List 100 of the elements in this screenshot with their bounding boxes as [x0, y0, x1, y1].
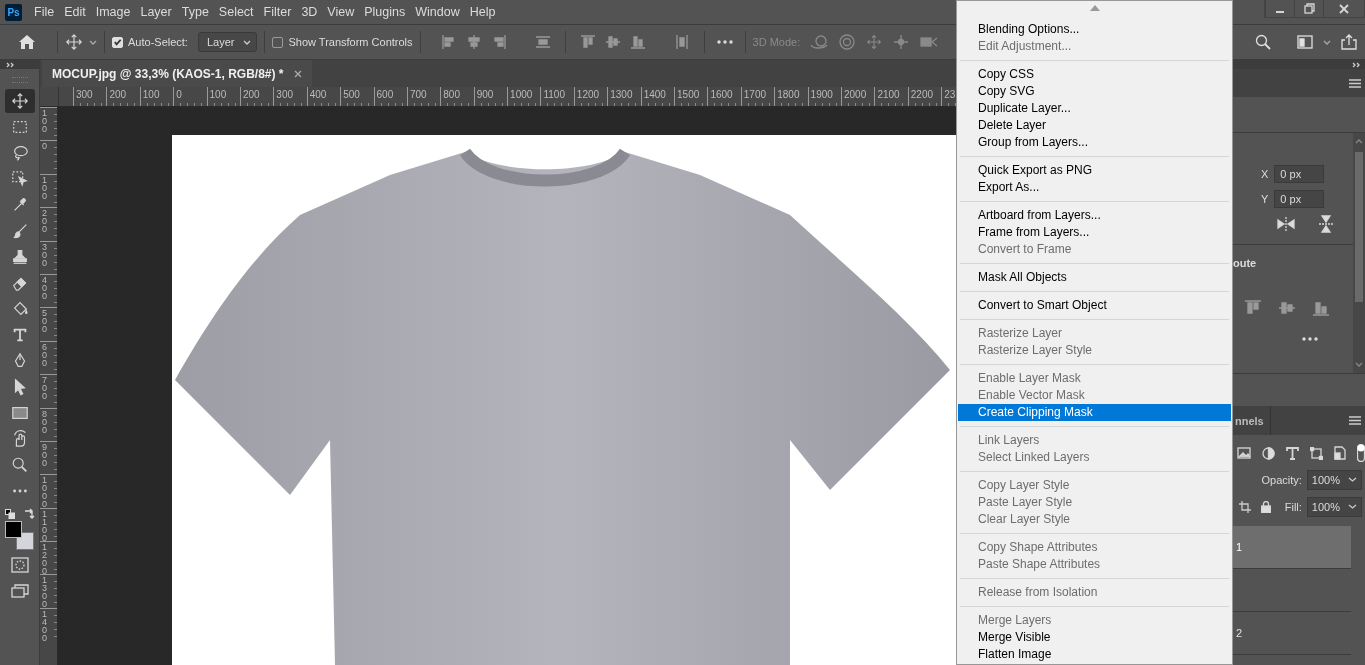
- align-bottom-icon[interactable]: [1313, 299, 1329, 316]
- menu-item[interactable]: Create Clipping Mask: [958, 404, 1231, 421]
- close-icon[interactable]: [293, 69, 302, 78]
- move-icon[interactable]: [10, 92, 29, 110]
- ruler-label: 100: [42, 175, 47, 200]
- collapse-icon[interactable]: [1352, 61, 1361, 68]
- marquee-icon[interactable]: [10, 118, 29, 136]
- move-tool[interactable]: [4, 89, 35, 113]
- align-top-icon[interactable]: [580, 35, 595, 49]
- smart-object-filter-icon[interactable]: [1334, 446, 1346, 460]
- menu-item[interactable]: Plugins: [359, 5, 411, 19]
- share-icon[interactable]: [1341, 34, 1357, 50]
- align-left-icon[interactable]: [441, 35, 456, 49]
- menu-item[interactable]: Image: [90, 5, 136, 19]
- menu-item[interactable]: Type: [176, 5, 214, 19]
- panel-menu-icon[interactable]: [1349, 416, 1361, 425]
- ruler-label: 800: [42, 409, 47, 434]
- menu-item[interactable]: Frame from Layers...: [958, 224, 1231, 241]
- caret-icon[interactable]: [89, 39, 97, 45]
- menu-item[interactable]: File: [29, 5, 60, 19]
- flip-vertical-icon[interactable]: [1319, 214, 1333, 233]
- home-icon[interactable]: [18, 34, 36, 50]
- screen-mode-icon[interactable]: [10, 583, 29, 599]
- align-middle-icon[interactable]: [1279, 299, 1295, 316]
- opacity-label: Opacity:: [1261, 473, 1302, 486]
- align-center-icon[interactable]: [466, 35, 481, 49]
- ruler-label: 1400: [42, 609, 47, 642]
- default-colors-icon[interactable]: [4, 509, 15, 519]
- close-icon[interactable]: [1339, 3, 1349, 14]
- search-icon[interactable]: [1255, 34, 1271, 50]
- menu-item[interactable]: Quick Export as PNG: [958, 162, 1231, 179]
- layer-row[interactable]: 1: [1233, 526, 1351, 569]
- ruler-label: 1100: [42, 509, 47, 542]
- menu-item[interactable]: Artboard from Layers...: [958, 207, 1231, 224]
- rectangle-icon[interactable]: [10, 404, 29, 422]
- caret-icon[interactable]: [243, 39, 252, 45]
- checkbox[interactable]: [272, 36, 284, 48]
- menu-item[interactable]: Copy CSS: [958, 66, 1231, 83]
- move-icon[interactable]: [65, 33, 83, 51]
- more-icon[interactable]: [715, 37, 734, 47]
- align-bottom-icon[interactable]: [630, 35, 645, 49]
- shape-filter-icon[interactable]: [1310, 446, 1323, 460]
- scroll-down-icon[interactable]: [1355, 362, 1363, 367]
- ruler-label: 1300: [42, 576, 47, 609]
- collapse-icon[interactable]: [6, 61, 15, 68]
- image-filter-icon[interactable]: [1237, 447, 1251, 459]
- swap-colors-icon[interactable]: [23, 508, 35, 519]
- menu-item[interactable]: Layer: [135, 5, 177, 19]
- ruler-label: 900: [42, 442, 47, 467]
- menu-item[interactable]: Filter: [258, 5, 297, 19]
- menu-item[interactable]: Edit: [59, 5, 91, 19]
- menu-item[interactable]: Convert to Smart Object: [958, 297, 1231, 314]
- menu-item[interactable]: Mask All Objects: [958, 269, 1231, 286]
- menu-item[interactable]: Help: [464, 5, 501, 19]
- fill-field[interactable]: 100%: [1306, 496, 1362, 517]
- align-right-icon[interactable]: [491, 35, 506, 49]
- caret-icon[interactable]: [1348, 504, 1357, 509]
- menu-item[interactable]: Merge Visible: [958, 629, 1231, 646]
- ruler-label: 300: [42, 242, 47, 267]
- ruler-label: 700: [42, 376, 47, 401]
- type-filter-icon[interactable]: [1286, 446, 1299, 460]
- coordinate-field[interactable]: 0 px: [1274, 189, 1325, 208]
- field-label: X: [1261, 167, 1269, 180]
- field-label: Y: [1261, 192, 1269, 205]
- menu-item[interactable]: Select: [213, 5, 259, 19]
- flip-horizontal-icon[interactable]: [1277, 216, 1295, 231]
- document-tab[interactable]: MOCUP.jpg @ 33,3% (KAOS-1, RGB/8#) *: [42, 60, 312, 87]
- filter-toggle-icon[interactable]: [1357, 444, 1365, 462]
- align-middle-icon[interactable]: [605, 35, 620, 49]
- color-swatches-icon[interactable]: [4, 521, 35, 551]
- object-select-icon[interactable]: [10, 170, 29, 188]
- menu-item[interactable]: Group from Layers...: [958, 134, 1231, 151]
- workspace-icon[interactable]: [1297, 35, 1313, 49]
- ruler-label: 0: [42, 142, 47, 151]
- coordinate-field[interactable]: 0 px: [1274, 164, 1325, 183]
- lock-icon[interactable]: [1261, 500, 1271, 513]
- menu-item[interactable]: Blending Options...: [958, 21, 1231, 38]
- panel-menu-icon[interactable]: [1349, 78, 1361, 88]
- scrollbar-thumb[interactable]: [1355, 152, 1363, 302]
- stamp-icon[interactable]: [10, 248, 29, 266]
- scroll-up-icon[interactable]: [1355, 139, 1363, 144]
- fill-label: Fill:: [1284, 500, 1302, 513]
- layer-dropdown[interactable]: Layer: [197, 32, 258, 52]
- opacity-field[interactable]: 100%: [1306, 469, 1362, 490]
- menu-item[interactable]: Delete Layer: [958, 117, 1231, 134]
- restore-icon[interactable]: [1303, 3, 1315, 14]
- menu-item[interactable]: Export As...: [958, 179, 1231, 196]
- adjustment-filter-icon[interactable]: [1262, 446, 1275, 460]
- menu-item[interactable]: Flatten Image: [958, 646, 1231, 663]
- distribute-icon[interactable]: [674, 35, 689, 49]
- distribute-icon[interactable]: [535, 35, 550, 49]
- menu-item[interactable]: Window: [410, 5, 465, 19]
- caret-icon[interactable]: [1348, 477, 1357, 482]
- menu-item[interactable]: 3D: [296, 5, 323, 19]
- app-logo[interactable]: Ps: [5, 3, 22, 21]
- caret-icon[interactable]: [1323, 39, 1331, 45]
- menu-item[interactable]: View: [322, 5, 360, 19]
- zoom-icon[interactable]: [10, 456, 29, 474]
- align-top-icon[interactable]: [1245, 299, 1261, 316]
- quick-mask-icon[interactable]: [10, 557, 29, 573]
